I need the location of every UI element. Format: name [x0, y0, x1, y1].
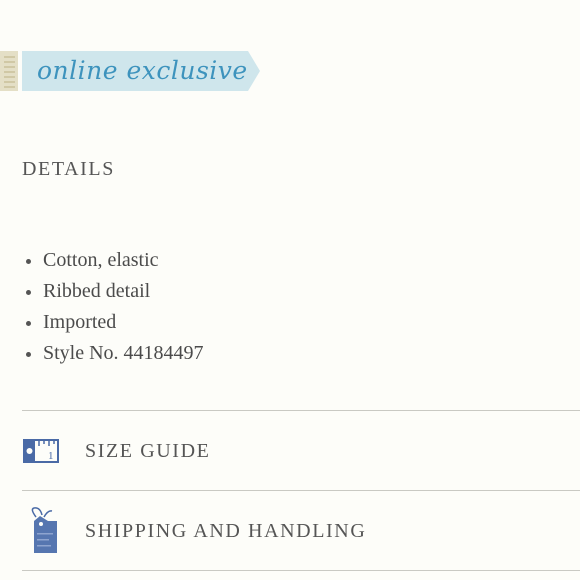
size-guide-row[interactable]: 1 SIZE GUIDE: [22, 412, 580, 490]
list-item: Style No. 44184497: [22, 338, 204, 369]
size-guide-label: SIZE GUIDE: [85, 439, 211, 462]
list-item: Cotton, elastic: [22, 245, 204, 276]
shipping-handling-label: SHIPPING AND HANDLING: [85, 519, 367, 542]
divider: [22, 410, 580, 411]
details-heading: DETAILS: [22, 158, 115, 180]
list-item: Ribbed detail: [22, 276, 204, 307]
divider: [22, 490, 580, 491]
details-list: Cotton, elastic Ribbed detail Imported S…: [22, 245, 204, 369]
divider: [22, 570, 580, 571]
ruler-icon: 1: [22, 426, 66, 476]
product-details-panel: online exclusive DETAILS Cotton, elastic…: [0, 0, 580, 580]
online-exclusive-badge: online exclusive: [0, 51, 262, 91]
svg-text:1: 1: [48, 450, 54, 462]
shipping-tag-icon: [22, 506, 66, 556]
shipping-handling-row[interactable]: SHIPPING AND HANDLING: [22, 492, 580, 570]
badge-label: online exclusive: [37, 56, 248, 85]
list-item: Imported: [22, 307, 204, 338]
